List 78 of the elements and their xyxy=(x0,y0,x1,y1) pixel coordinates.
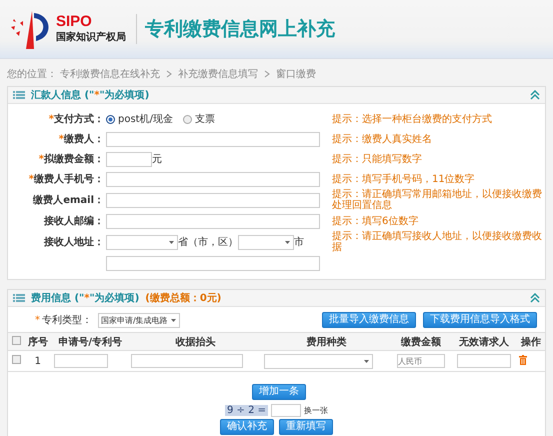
required-mark: * xyxy=(35,314,40,326)
caret-icon xyxy=(364,360,369,362)
chevron-icon xyxy=(264,70,270,78)
captcha-image: 9 ÷ 2 = xyxy=(224,405,268,416)
field-hint: 提示：缴费人真实姓名 xyxy=(331,134,433,144)
text-field[interactable] xyxy=(106,172,320,186)
logo-text: SIPO xyxy=(56,14,93,30)
address-field[interactable] xyxy=(106,256,320,270)
panel-title: 费用信息 ("*"为必填项) xyxy=(31,292,140,305)
page-title: 专利缴费信息网上补充 xyxy=(145,17,335,42)
field-label: 拟缴费金额： xyxy=(44,154,104,165)
field-hint: 提示：请正确填写接收人地址，以便接收缴费收据 xyxy=(331,231,542,253)
field-label: 接收人地址： xyxy=(44,237,104,248)
amount-field[interactable]: 人民币 xyxy=(397,354,446,368)
add-row-button[interactable]: 增加一条 xyxy=(252,384,306,400)
list-icon xyxy=(13,91,25,99)
refresh-link[interactable]: 换一张 xyxy=(304,405,328,416)
field-label: 缴费人手机号： xyxy=(34,174,104,185)
field-hint: 提示：填写手机号码，11位数字 xyxy=(331,174,476,184)
field-label: 专利类型： xyxy=(42,314,92,327)
required-mark: * xyxy=(48,114,54,125)
breadcrumb-label: 您的位置： xyxy=(7,68,57,81)
collapse-icon[interactable] xyxy=(530,90,540,100)
import-button[interactable]: 下载费用信息导入格式 xyxy=(423,312,537,328)
breadcrumb-item[interactable]: 专利缴费信息在线补充 xyxy=(60,67,160,81)
province-dropdown[interactable] xyxy=(106,234,178,250)
collapse-icon[interactable] xyxy=(530,293,540,303)
breadcrumb-item[interactable]: 窗口缴费 xyxy=(276,67,316,81)
column-header: 序号 xyxy=(24,332,52,350)
province-label: 省（市，区） xyxy=(178,236,238,249)
text-field[interactable] xyxy=(106,192,320,208)
city-dropdown[interactable] xyxy=(238,234,294,250)
panel-title: 汇款人信息 ("*"为必填项) xyxy=(31,88,150,102)
field-hint: 提示：填写6位数字 xyxy=(331,216,420,226)
row-checkbox[interactable] xyxy=(12,355,20,364)
column-header: 费用种类 xyxy=(262,332,392,350)
requester-field[interactable] xyxy=(457,354,512,368)
radio-button[interactable]: post机/现金 xyxy=(106,112,173,126)
city-label: 市 xyxy=(294,236,304,249)
fee-type-dropdown[interactable] xyxy=(264,354,373,368)
field-label: 接收人邮编： xyxy=(44,216,104,227)
radio-button[interactable]: 支票 xyxy=(182,112,215,126)
submit-button[interactable]: 确认补充 xyxy=(220,419,274,435)
field-hint: 提示：请正确填写常用邮箱地址，以便接收缴费处理回置信息 xyxy=(331,189,542,211)
logo-subtitle: 国家知识产权局 xyxy=(56,30,126,44)
receipt-title-field[interactable] xyxy=(131,354,244,368)
field-hint: 提示：选择一种柜台缴费的支付方式 xyxy=(331,114,493,124)
required-mark: * xyxy=(38,154,44,165)
column-header: 申请号/专利号 xyxy=(52,332,130,350)
chevron-icon xyxy=(166,70,172,78)
column-header: 收据抬头 xyxy=(129,332,262,350)
column-header: 操作 xyxy=(517,332,545,350)
column-header: 无效请求人 xyxy=(451,332,518,350)
caret-icon xyxy=(171,318,176,322)
column-header: 缴费金额 xyxy=(391,332,451,350)
caret-icon xyxy=(169,240,174,244)
required-mark: * xyxy=(28,174,34,185)
field-label: 支付方式： xyxy=(54,114,104,125)
unit-label: 元 xyxy=(152,153,162,166)
required-mark: * xyxy=(58,134,64,145)
captcha-field[interactable] xyxy=(271,404,302,417)
breadcrumb-item[interactable]: 补充缴费信息填写 xyxy=(178,67,258,81)
delete-icon[interactable] xyxy=(519,354,528,364)
patent-number-field[interactable] xyxy=(54,354,108,368)
field-hint: 提示：只能填写数字 xyxy=(331,154,423,164)
row-number: 1 xyxy=(34,356,41,366)
caret-icon xyxy=(285,240,290,244)
total-amount: (缴费总额：0元) xyxy=(145,291,222,305)
reset-button[interactable]: 重新填写 xyxy=(279,419,333,435)
list-icon xyxy=(13,294,25,302)
import-button[interactable]: 批量导入缴费信息 xyxy=(322,312,416,328)
field-label: 缴费人email： xyxy=(33,195,104,206)
field-label: 缴费人： xyxy=(64,134,104,145)
text-field[interactable] xyxy=(106,214,320,228)
select-all-checkbox[interactable] xyxy=(12,336,20,344)
patent-type-dropdown[interactable]: 国家申请/集成电路 xyxy=(98,312,180,328)
amount-field[interactable] xyxy=(106,152,152,166)
text-field[interactable] xyxy=(106,132,320,146)
